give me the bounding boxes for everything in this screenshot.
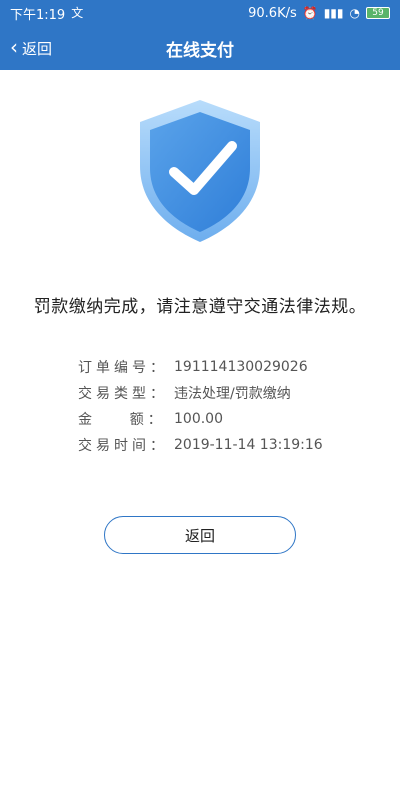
order-details: 订单编号： 191114130029026 交易类型： 违法处理/罚款缴纳 金 … <box>78 354 378 458</box>
wifi-icon: ◔ <box>349 6 360 20</box>
page-title: 在线支付 <box>166 40 234 61</box>
signal-icon: ▮▮▮ <box>323 6 344 20</box>
nav-bar: ‹ 返回 在线支付 <box>0 26 400 70</box>
transaction-type-value: 违法处理/罚款缴纳 <box>174 386 291 402</box>
battery-icon: 59 <box>366 7 390 19</box>
order-number-value: 191114130029026 <box>174 359 308 375</box>
detail-row-transaction-type: 交易类型： 违法处理/罚款缴纳 <box>78 380 378 406</box>
detail-row-transaction-time: 交易时间： 2019-11-14 13:19:16 <box>78 432 378 458</box>
success-shield-icon <box>132 96 268 246</box>
network-speed: 90.6K/s <box>248 5 297 21</box>
amount-label: 金 额： <box>78 412 166 428</box>
status-time: 下午1:19 <box>10 7 66 23</box>
detail-row-order-number: 订单编号： 191114130029026 <box>78 354 378 380</box>
amount-value: 100.00 <box>174 411 223 427</box>
order-number-label: 订单编号： <box>78 360 168 376</box>
transaction-time-value: 2019-11-14 13:19:16 <box>174 437 323 453</box>
status-bar: 下午1:19 文 90.6K/s ⏰ ▮▮▮ ◔ 59 <box>0 0 400 26</box>
transaction-time-label: 交易时间： <box>78 438 168 454</box>
back-button[interactable]: 返回 <box>104 516 296 554</box>
transaction-type-label: 交易类型： <box>78 386 168 402</box>
success-message: 罚款缴纳完成，请注意遵守交通法律法规。 <box>33 297 367 317</box>
detail-row-amount: 金 额： 100.00 <box>78 406 378 432</box>
alarm-icon: ⏰ <box>302 6 318 20</box>
notification-icon: 文 <box>71 6 84 20</box>
